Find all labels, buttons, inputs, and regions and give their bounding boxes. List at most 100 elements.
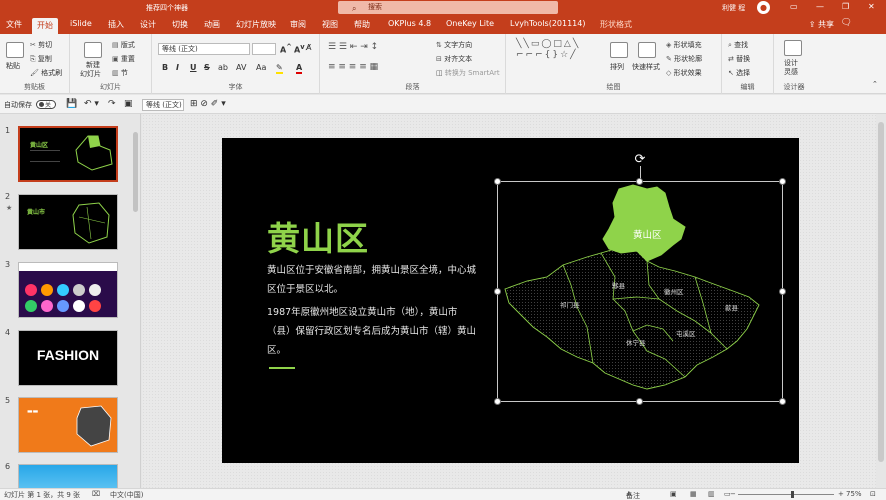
restore-button[interactable]: ❐ <box>842 2 849 11</box>
scrollbar-thumb[interactable] <box>133 132 138 212</box>
tab-insert[interactable]: 插入 <box>108 19 124 30</box>
ribbon-options-icon[interactable]: ▭ <box>790 2 798 11</box>
tab-lvyhtools[interactable]: LvyhTools(201114) <box>510 19 585 28</box>
decrease-font-icon[interactable]: Av <box>294 43 305 55</box>
comment-icon[interactable]: 🗨 <box>841 18 852 28</box>
resize-handle-sw[interactable] <box>494 398 501 405</box>
fit-slide-icon[interactable]: ⊡ <box>870 490 876 498</box>
slide-title[interactable]: 黄山区 <box>267 212 369 260</box>
zoom-slider-knob[interactable] <box>791 491 794 498</box>
slide-sorter-icon[interactable]: ▦ <box>690 490 697 498</box>
accessibility-icon[interactable]: ⌧ <box>92 490 100 498</box>
language-status[interactable]: 中文(中国) <box>110 490 143 500</box>
smartart-button[interactable]: ◫ 转换为 SmartArt <box>436 68 500 78</box>
align-icon[interactable]: ≡ ≡ ≡ ≡ ▦ <box>328 62 378 72</box>
copy-button[interactable]: ⎘ 复制 <box>30 54 52 64</box>
undo-icon[interactable]: ↶ ▾ <box>84 99 99 109</box>
thumbnail-slide-6[interactable] <box>18 464 118 488</box>
slideshow-icon[interactable]: ▣ <box>124 99 133 109</box>
shape-fill-button[interactable]: ◈ 形状填充 <box>666 40 702 50</box>
tab-view[interactable]: 视图 <box>322 19 338 30</box>
layout-button[interactable]: ▤ 版式 <box>112 40 135 50</box>
huangshan-map[interactable] <box>497 181 784 402</box>
normal-view-icon[interactable]: ▣ <box>670 490 677 498</box>
slide-paragraph-2[interactable]: 1987年原徽州地区设立黄山市（地），黄山市（县）保留行政区划专名后成为黄山市（… <box>267 303 477 360</box>
resize-handle-ne[interactable] <box>779 178 786 185</box>
arrange-button[interactable]: 排列 <box>610 62 624 72</box>
resize-handle-se[interactable] <box>779 398 786 405</box>
tab-okplus[interactable]: OKPlus 4.8 <box>388 19 431 28</box>
reset-button[interactable]: ▣ 重置 <box>112 54 135 64</box>
qat-tools-icon[interactable]: ⊞ ⊘ ✐ ▾ <box>190 99 226 109</box>
thumbnail-slide-5[interactable]: ▬▬ <box>18 397 118 453</box>
tab-onekey[interactable]: OneKey Lite <box>446 19 494 28</box>
underline-button[interactable]: U <box>190 63 197 72</box>
italic-button[interactable]: I <box>176 63 179 72</box>
shape-outline-button[interactable]: ✎ 形状轮廓 <box>666 54 702 64</box>
find-button[interactable]: ⌕ 查找 <box>728 40 748 50</box>
qat-font-combo[interactable]: 等线 (正文) <box>142 99 184 111</box>
resize-handle-nw[interactable] <box>494 178 501 185</box>
resize-handle-s[interactable] <box>636 398 643 405</box>
tab-home[interactable]: 开始 <box>32 18 58 34</box>
text-direction-button[interactable]: ⇅ 文字方向 <box>436 40 472 50</box>
tab-help[interactable]: 帮助 <box>354 19 370 30</box>
font-name-combo[interactable]: 等线 (正文) <box>158 43 250 55</box>
paste-button[interactable]: 粘贴 <box>6 61 20 71</box>
tab-animations[interactable]: 动画 <box>204 19 220 30</box>
tab-islide[interactable]: iSlide <box>70 19 92 28</box>
avatar[interactable]: ● <box>757 1 770 14</box>
thumbnail-slide-1[interactable]: 黄山区 <box>18 126 118 182</box>
font-color-icon[interactable]: A <box>296 63 303 74</box>
canvas-scrollbar-thumb[interactable] <box>878 122 884 462</box>
bullets-icon[interactable]: ☰ ☰ ⇤ ⇥ ↕ <box>328 42 378 52</box>
resize-handle-e[interactable] <box>779 288 786 295</box>
thumbnail-slide-4[interactable]: FASHION <box>18 330 118 386</box>
spacing-button[interactable]: AV <box>236 63 246 72</box>
section-button[interactable]: ▥ 节 <box>112 68 128 78</box>
share-button[interactable]: ⇪ 共享 <box>809 19 834 30</box>
zoom-in-icon[interactable]: + <box>838 490 844 498</box>
zoom-out-icon[interactable]: − <box>730 490 736 498</box>
tab-shape-format[interactable]: 形状格式 <box>600 19 632 30</box>
select-button[interactable]: ↖ 选择 <box>728 68 750 78</box>
thumbnail-slide-2[interactable]: 黄山市 <box>18 194 118 250</box>
search-box[interactable]: ⌕ 搜索 <box>338 1 558 14</box>
thumbnail-slide-3[interactable] <box>18 262 118 318</box>
font-size-combo[interactable] <box>252 43 276 55</box>
resize-handle-n[interactable] <box>636 178 643 185</box>
tab-file[interactable]: 文件 <box>6 19 22 30</box>
align-text-button[interactable]: ⊟ 对齐文本 <box>436 54 472 64</box>
thumbnail-scrollbar[interactable] <box>132 114 139 488</box>
reading-view-icon[interactable]: ▥ <box>708 490 715 498</box>
replace-button[interactable]: ⇄ 替换 <box>728 54 750 64</box>
redo-icon[interactable]: ↷ <box>108 99 116 109</box>
quick-styles-button[interactable]: 快速样式 <box>632 62 660 72</box>
canvas-scrollbar[interactable] <box>876 114 886 488</box>
shapes-gallery-icon[interactable]: ╲╲▭◯□△╲ ⌐⌐⌐{}☆╱ <box>516 39 580 61</box>
highlight-icon[interactable]: ✎ <box>276 63 283 74</box>
strikethrough-button[interactable]: S <box>204 63 210 72</box>
close-button[interactable]: ✕ <box>868 2 875 11</box>
cut-button[interactable]: ✂ 剪切 <box>30 40 52 50</box>
tab-design[interactable]: 设计 <box>140 19 156 30</box>
tab-slideshow[interactable]: 幻灯片放映 <box>236 19 276 30</box>
user-name[interactable]: 利健 程 <box>722 3 745 13</box>
slide-paragraph-1[interactable]: 黄山区位于安徽省南部，拥黄山景区全境，中心城区位于景区以北。 <box>267 261 477 299</box>
minimize-button[interactable]: — <box>816 2 824 11</box>
format-painter-button[interactable]: 🖌 格式刷 <box>30 68 62 78</box>
increase-font-icon[interactable]: A^ <box>280 43 292 55</box>
save-icon[interactable]: 💾 <box>66 99 77 109</box>
tab-transitions[interactable]: 切换 <box>172 19 188 30</box>
zoom-level[interactable]: 75% <box>846 490 862 498</box>
bold-button[interactable]: B <box>162 63 168 72</box>
change-case-button[interactable]: Aa <box>256 63 266 72</box>
clear-format-icon[interactable]: A̸ <box>306 43 311 52</box>
rotate-handle-icon[interactable]: ⟳ <box>633 153 647 167</box>
collapse-ribbon-icon[interactable]: ⌃ <box>872 80 878 88</box>
shadow-button[interactable]: ab <box>218 63 228 72</box>
tab-review[interactable]: 审阅 <box>290 19 306 30</box>
resize-handle-w[interactable] <box>494 288 501 295</box>
zoom-slider[interactable] <box>738 491 834 498</box>
shape-effects-button[interactable]: ◇ 形状效果 <box>666 68 702 78</box>
